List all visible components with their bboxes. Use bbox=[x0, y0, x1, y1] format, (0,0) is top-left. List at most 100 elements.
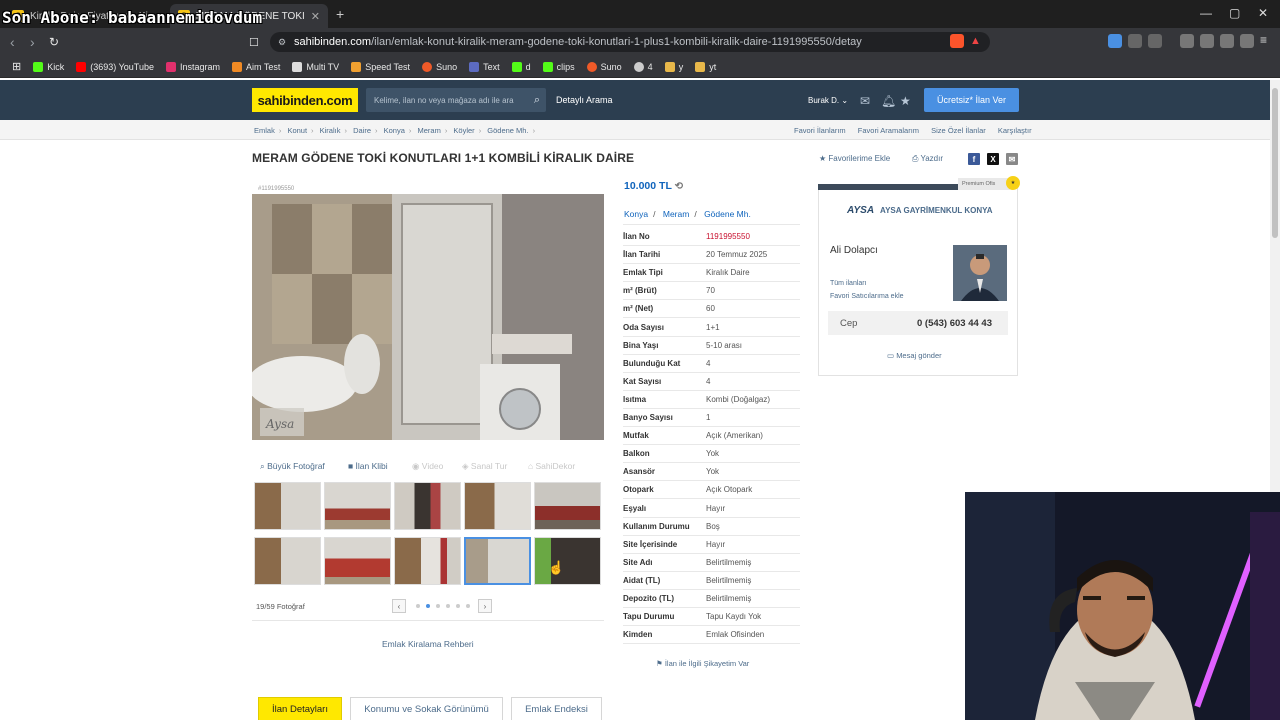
minimize-icon[interactable]: — bbox=[1200, 6, 1212, 20]
print-button[interactable]: ⎙ Yazdır bbox=[912, 154, 943, 164]
bookmark-speed-test[interactable]: Speed Test bbox=[351, 61, 410, 72]
apps-icon[interactable]: ⊞ bbox=[12, 60, 21, 73]
favorite-seller-link[interactable]: Favori Satıcılarıma ekle bbox=[830, 293, 904, 300]
rental-guide-link[interactable]: Emlak Kiralama Rehberi bbox=[382, 639, 474, 649]
next-page-icon[interactable]: › bbox=[478, 599, 492, 613]
agency-name[interactable]: AYSA AYSA GAYRİMENKUL KONYA bbox=[847, 205, 993, 216]
favorites-star-icon[interactable]: ★ bbox=[900, 94, 911, 108]
address-bar[interactable]: sahibinden.com/ilan/emlak-konut-kiralik-… bbox=[270, 32, 990, 52]
send-message-link[interactable]: ▭ Mesaj gönder bbox=[887, 351, 942, 360]
bookmark-aim-test[interactable]: Aim Test bbox=[232, 61, 280, 72]
bookmark-folder-yt[interactable]: yt bbox=[695, 61, 716, 72]
breadcrumb-item[interactable]: Konya bbox=[384, 126, 405, 135]
bookmark-4[interactable]: 4 bbox=[633, 61, 653, 72]
breadcrumb-item[interactable]: Emlak bbox=[254, 126, 275, 135]
photo-thumbnail[interactable] bbox=[464, 482, 531, 530]
vpn-icon[interactable] bbox=[1240, 34, 1254, 48]
photo-thumbnail[interactable] bbox=[324, 482, 391, 530]
location-neighborhood[interactable]: Gödene Mh. bbox=[704, 209, 751, 219]
bookmark-youtube[interactable]: (3693) YouTube bbox=[76, 61, 154, 72]
tab-location[interactable]: Konumu ve Sokak Görünümü bbox=[350, 697, 503, 720]
photo-thumbnail[interactable] bbox=[394, 537, 461, 585]
tab-real-estate-index[interactable]: Emlak Endeksi bbox=[511, 697, 602, 720]
bookmark-suno[interactable]: Suno bbox=[422, 61, 457, 72]
bookmark-folder-y[interactable]: y bbox=[664, 61, 683, 72]
bookmark-label: Multi TV bbox=[306, 61, 340, 72]
photo-thumbnail[interactable] bbox=[534, 482, 601, 530]
maximize-icon[interactable]: ▢ bbox=[1229, 6, 1240, 20]
close-tab-icon[interactable]: ✕ bbox=[311, 10, 320, 23]
notifications-icon[interactable]: 🔔︎ bbox=[881, 94, 896, 108]
bookmark-kick[interactable]: Kick bbox=[33, 61, 64, 72]
breadcrumb-item[interactable]: Meram bbox=[417, 126, 440, 135]
detail-row: Mutfak Açık (Amerikan) bbox=[623, 427, 800, 446]
extensions-puzzle-icon[interactable] bbox=[1128, 34, 1142, 48]
rewards-icon[interactable]: ▲ bbox=[970, 35, 981, 47]
tab-ad-details[interactable]: İlan Detayları bbox=[258, 697, 342, 720]
new-tab-icon[interactable]: + bbox=[336, 6, 344, 22]
breadcrumb-item[interactable]: Daire bbox=[353, 126, 371, 135]
breadcrumb-item[interactable]: Köyler bbox=[453, 126, 474, 135]
leo-ai-icon[interactable] bbox=[1220, 34, 1234, 48]
page-dot-active[interactable] bbox=[426, 604, 430, 608]
scrollbar-thumb[interactable] bbox=[1272, 88, 1278, 238]
bookmark-multi-tv[interactable]: Multi TV bbox=[292, 61, 340, 72]
photo-thumbnail[interactable] bbox=[254, 482, 321, 530]
page-dot[interactable] bbox=[436, 604, 440, 608]
special-ads-link[interactable]: Size Özel İlanlar bbox=[931, 126, 986, 135]
photo-thumbnail[interactable] bbox=[534, 537, 601, 585]
x-share-icon[interactable]: X bbox=[987, 153, 999, 165]
messages-icon[interactable]: ✉ bbox=[860, 94, 870, 108]
breadcrumb-item[interactable]: Kiralık bbox=[320, 126, 341, 135]
detailed-search-link[interactable]: Detaylı Arama bbox=[556, 95, 613, 105]
page-dot[interactable] bbox=[456, 604, 460, 608]
favorite-ads-link[interactable]: Favori İlanlarım bbox=[794, 126, 846, 135]
facebook-share-icon[interactable]: f bbox=[968, 153, 980, 165]
add-favorite-button[interactable]: ★ Favorilerime Ekle bbox=[819, 154, 890, 163]
search-input[interactable]: Kelime, ilan no veya mağaza adı ile ara … bbox=[366, 88, 546, 112]
favorite-searches-link[interactable]: Favori Aramalarım bbox=[858, 126, 919, 135]
bookmark-d[interactable]: d bbox=[511, 61, 531, 72]
reload-icon[interactable]: ↻ bbox=[49, 35, 59, 49]
forward-icon[interactable]: › bbox=[30, 34, 35, 50]
page-dot[interactable] bbox=[416, 604, 420, 608]
email-share-icon[interactable]: ✉ bbox=[1006, 153, 1018, 165]
search-icon[interactable]: ⌕ bbox=[534, 94, 540, 107]
photo-thumbnail[interactable] bbox=[324, 537, 391, 585]
page-dot[interactable] bbox=[446, 604, 450, 608]
bookmark-text[interactable]: Text bbox=[469, 61, 500, 72]
photo-thumbnail[interactable] bbox=[254, 537, 321, 585]
price-history-icon[interactable]: ⟲ bbox=[675, 181, 683, 192]
main-photo[interactable]: Aysa bbox=[252, 194, 604, 440]
all-ads-link[interactable]: Tüm ilanları bbox=[830, 280, 867, 287]
breadcrumb-item[interactable]: Konut bbox=[287, 126, 307, 135]
bookmark-clips[interactable]: clips bbox=[542, 61, 575, 72]
big-photo-tab[interactable]: ⌕ Büyük Fotoğraf bbox=[260, 461, 325, 472]
site-settings-icon[interactable]: ⚙ bbox=[278, 37, 286, 48]
location-city[interactable]: Konya bbox=[624, 209, 648, 219]
photo-thumbnail-active[interactable] bbox=[464, 537, 531, 585]
back-icon[interactable]: ‹ bbox=[10, 34, 15, 50]
bookmark-suno-2[interactable]: Suno bbox=[586, 61, 622, 72]
complaint-link[interactable]: ⚑ İlan ile İlgili Şikayetim Var bbox=[656, 659, 749, 668]
brave-shield-icon[interactable] bbox=[950, 34, 964, 48]
location-district[interactable]: Meram bbox=[663, 209, 689, 219]
photo-thumbnail[interactable] bbox=[394, 482, 461, 530]
site-logo[interactable]: sahibinden.com bbox=[252, 88, 358, 112]
bookmark-icon[interactable]: ☐ bbox=[249, 36, 259, 49]
sidebar-icon[interactable] bbox=[1180, 34, 1194, 48]
extension-icon[interactable] bbox=[1108, 34, 1122, 48]
breadcrumb-item[interactable]: Gödene Mh. bbox=[487, 126, 528, 135]
ad-clip-tab[interactable]: ■ İlan Klibi bbox=[348, 461, 388, 471]
user-menu[interactable]: Burak D. ⌄ bbox=[808, 96, 848, 105]
bookmark-instagram[interactable]: Instagram bbox=[165, 61, 220, 72]
wallet-icon[interactable] bbox=[1148, 34, 1162, 48]
post-ad-button[interactable]: Ücretsiz* İlan Ver bbox=[924, 88, 1019, 112]
menu-icon[interactable]: ≡ bbox=[1260, 33, 1267, 47]
page-dot[interactable] bbox=[466, 604, 470, 608]
prev-page-icon[interactable]: ‹ bbox=[392, 599, 406, 613]
close-window-icon[interactable]: ✕ bbox=[1258, 6, 1268, 20]
phone-number[interactable]: 0 (543) 603 44 43 bbox=[917, 318, 992, 329]
compare-link[interactable]: Karşılaştır bbox=[998, 126, 1032, 135]
reading-list-icon[interactable] bbox=[1200, 34, 1214, 48]
